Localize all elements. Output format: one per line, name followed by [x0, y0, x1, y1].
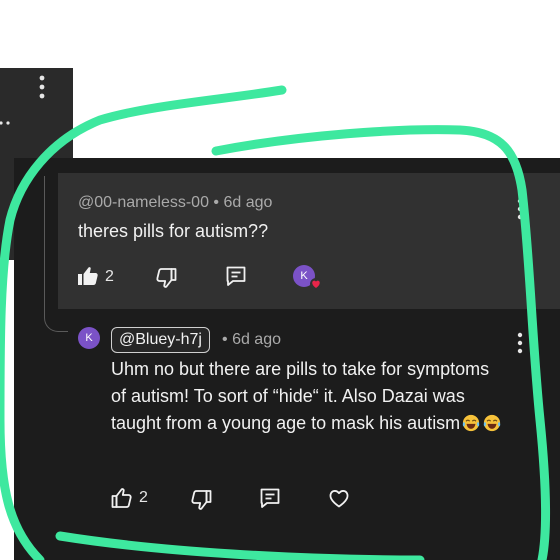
like-count: 2: [139, 489, 148, 506]
comment-body: Uhm no but there are pills to take for s…: [111, 356, 509, 437]
comment-text: theres pills for autism??: [78, 221, 269, 241]
reply-icon[interactable]: [224, 264, 248, 288]
heart-icon[interactable]: [327, 486, 351, 510]
author-mention-chip[interactable]: @Bluey-h7j: [111, 327, 210, 353]
comment-meta: @00-nameless-00 • 6d ago: [78, 194, 272, 212]
screenshot-stage: @00-nameless-00 • 6d ago theres pills fo…: [0, 0, 560, 560]
comment-meta: • 6d ago: [222, 331, 281, 349]
ellipsis-icon: [0, 121, 10, 125]
like-count: 2: [105, 268, 114, 285]
comment-time: 6d ago: [232, 331, 281, 348]
meta-separator: •: [213, 194, 220, 211]
more-options-icon[interactable]: [516, 332, 524, 354]
thumbs-down-icon[interactable]: [189, 488, 213, 512]
avatar[interactable]: K: [78, 327, 100, 349]
tears-of-joy-emoji-icon: [462, 414, 480, 432]
more-options-icon[interactable]: [37, 74, 49, 100]
thumbs-down-icon[interactable]: [154, 266, 178, 290]
thumbs-up-filled-icon[interactable]: [76, 264, 100, 288]
creator-heart-icon: [310, 278, 322, 290]
comment-time: 6d ago: [223, 194, 273, 211]
thread-line: [44, 176, 45, 308]
thumbs-up-icon[interactable]: [110, 486, 134, 510]
more-options-icon[interactable]: [516, 198, 524, 220]
comment-text: Uhm no but there are pills to take for s…: [111, 359, 490, 433]
reply-icon[interactable]: [258, 486, 282, 510]
meta-separator: •: [222, 331, 228, 348]
comment-author[interactable]: @00-nameless-00: [78, 194, 209, 211]
tears-of-joy-emoji-icon: [483, 414, 501, 432]
